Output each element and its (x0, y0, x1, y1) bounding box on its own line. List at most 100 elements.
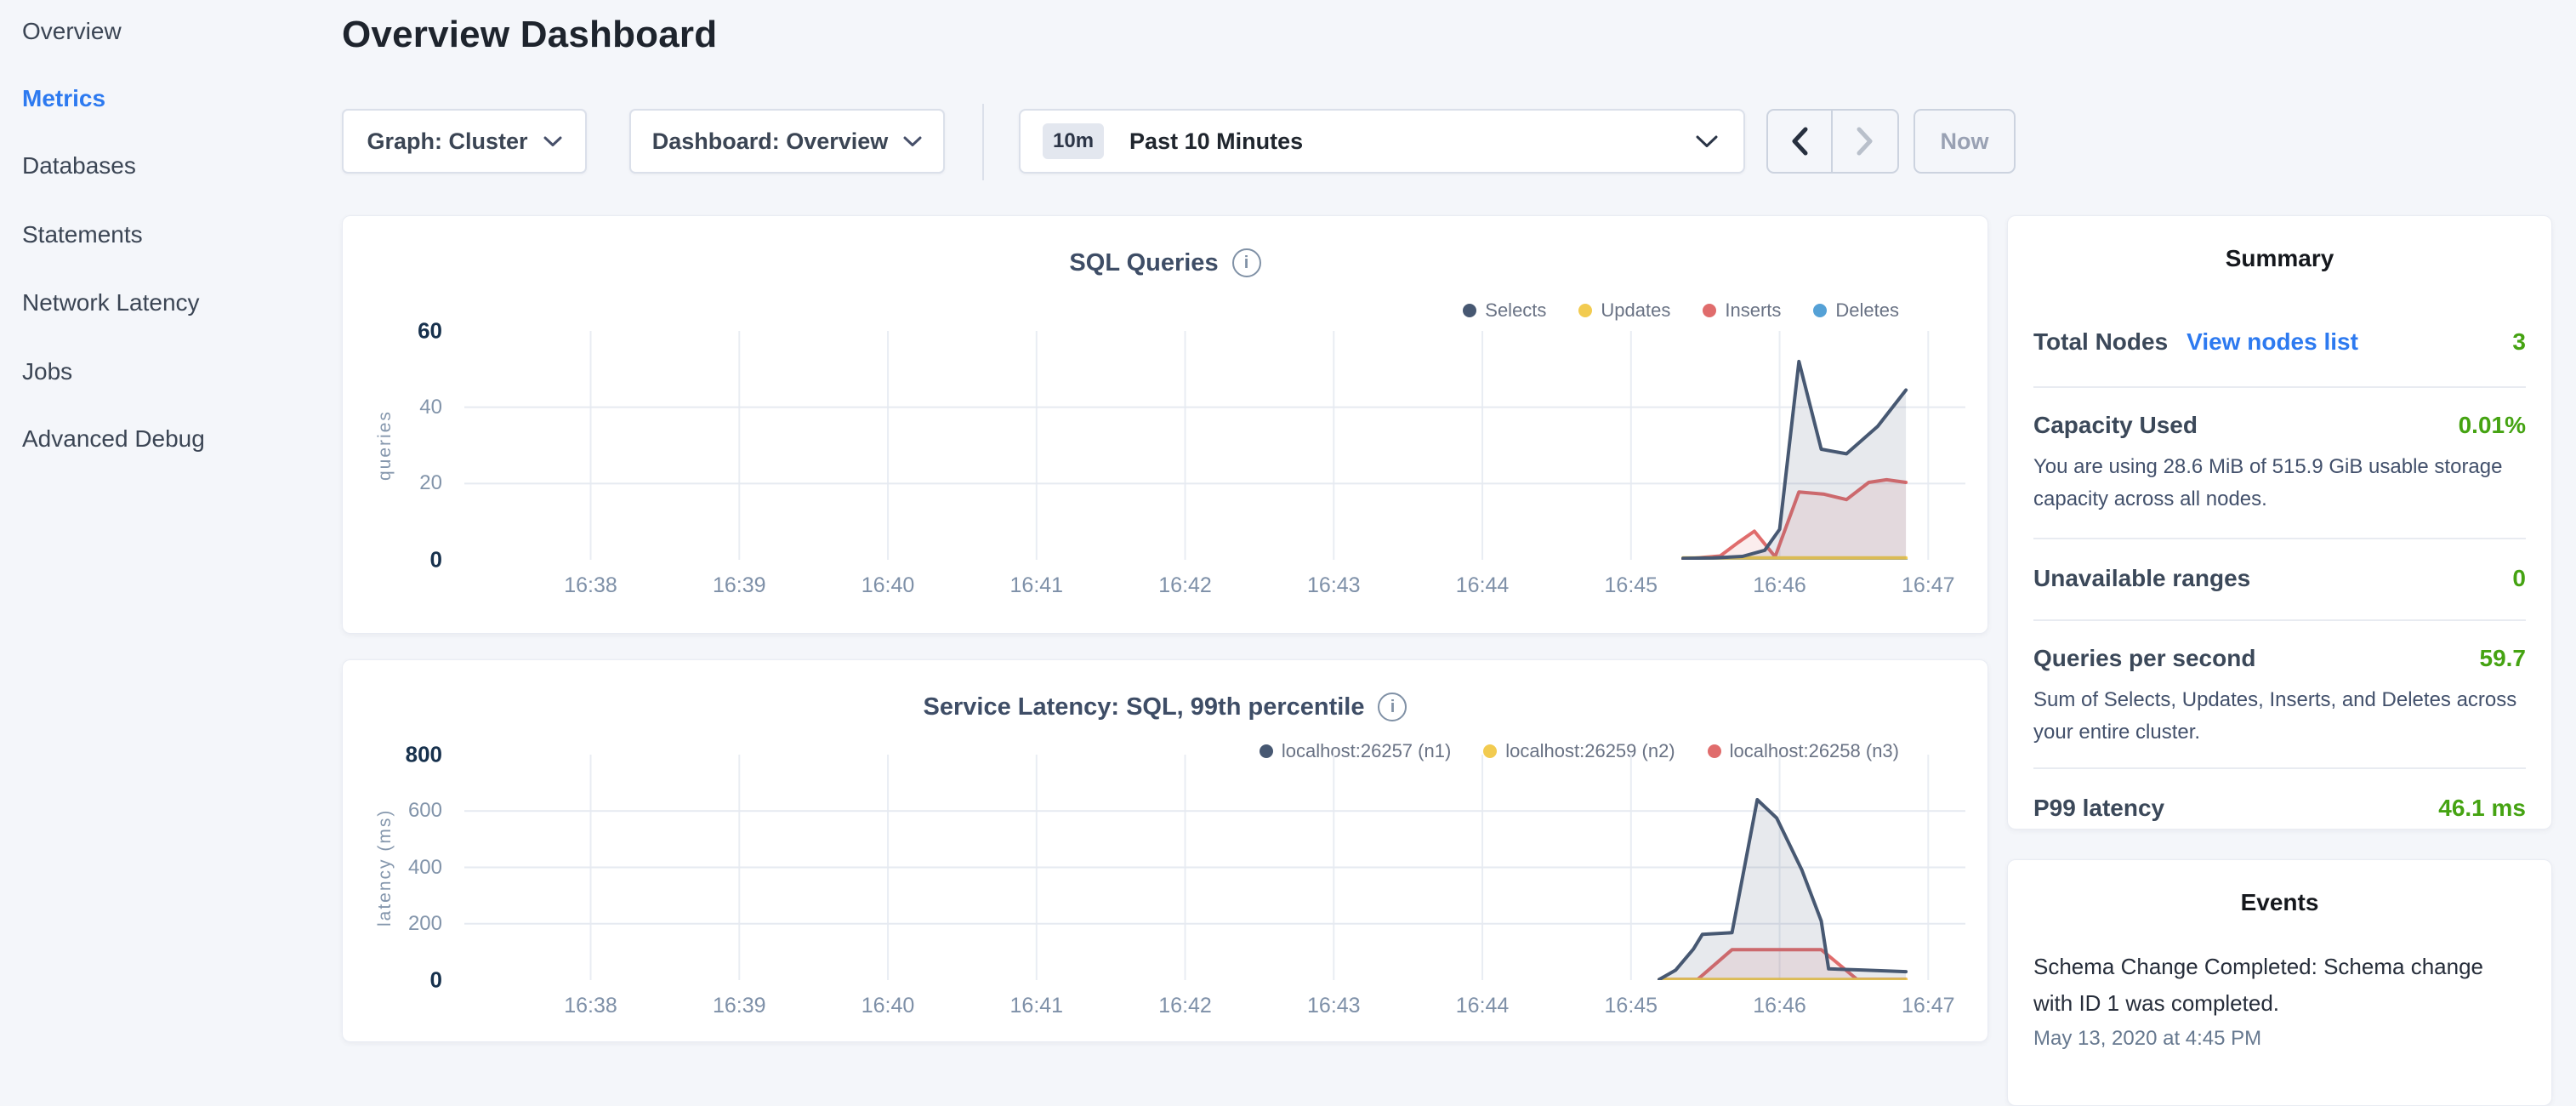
capacity-used-value: 0.01% (2459, 412, 2526, 439)
chevron-down-icon (543, 136, 562, 147)
y-tick-label: 200 (330, 912, 442, 936)
events-panel: Events Schema Change Completed: Schema c… (2007, 859, 2552, 1106)
deletes-dot-icon (1813, 304, 1827, 317)
y-tick-label: 600 (330, 799, 442, 823)
next-time-button[interactable] (1833, 111, 1897, 172)
service-latency-plot[interactable]: 020040060080016:3816:3916:4016:4116:4216… (464, 755, 1965, 980)
legend-label: Updates (1601, 299, 1670, 322)
unavailable-ranges-value: 0 (2512, 565, 2526, 592)
summary-panel: Summary Total Nodes View nodes list 3 Ca… (2007, 215, 2552, 830)
info-icon[interactable]: i (1232, 248, 1261, 277)
x-tick-label: 16:42 (1158, 994, 1212, 1018)
x-tick-label: 16:43 (1307, 994, 1361, 1018)
x-tick-label: 16:39 (713, 573, 766, 598)
legend-item-inserts: Inserts (1703, 299, 1781, 322)
chevron-down-icon (903, 136, 922, 147)
graph-dropdown-label: Graph: Cluster (367, 128, 527, 155)
service-latency-chart-card: Service Latency: SQL, 99th percentile i … (342, 659, 1988, 1042)
view-nodes-list-link[interactable]: View nodes list (2186, 328, 2358, 356)
time-range-badge: 10m (1043, 123, 1104, 159)
x-tick-label: 16:42 (1158, 573, 1212, 598)
sidebar: Overview Metrics Databases Statements Ne… (0, 0, 342, 1052)
service-latency-svg[interactable] (464, 755, 1965, 980)
info-icon[interactable]: i (1378, 693, 1407, 721)
y-tick-label: 800 (330, 742, 442, 768)
sidebar-item-jobs[interactable]: Jobs (22, 357, 72, 386)
sidebar-item-overview[interactable]: Overview (22, 17, 122, 46)
time-range-label: Past 10 Minutes (1129, 128, 1303, 155)
now-button[interactable]: Now (1914, 109, 2016, 174)
header-divider (982, 104, 984, 180)
x-tick-label: 16:38 (564, 573, 617, 598)
chart-title: Service Latency: SQL, 99th percentile (924, 693, 1365, 721)
time-range-dropdown[interactable]: 10m Past 10 Minutes (1019, 109, 1745, 174)
chart-legend: Selects Updates Inserts Deletes (1463, 299, 1899, 322)
sql-queries-plot[interactable]: 020406016:3816:3916:4016:4116:4216:4316:… (464, 331, 1965, 560)
chevron-down-icon (1696, 135, 1718, 148)
x-tick-label: 16:40 (862, 994, 915, 1018)
legend-item-selects: Selects (1463, 299, 1546, 322)
p99-latency-value: 46.1 ms (2438, 795, 2526, 822)
x-tick-label: 16:41 (1010, 994, 1064, 1018)
unavailable-ranges-label: Unavailable ranges (2033, 565, 2250, 592)
x-tick-label: 16:39 (713, 994, 766, 1018)
sidebar-item-metrics[interactable]: Metrics (22, 84, 105, 113)
p99-latency-label: P99 latency (2033, 795, 2164, 822)
total-nodes-value: 3 (2512, 328, 2526, 356)
legend-label: Inserts (1725, 299, 1781, 322)
chevron-left-icon (1789, 126, 1810, 157)
x-tick-label: 16:38 (564, 994, 617, 1018)
y-tick-label: 400 (330, 856, 442, 880)
queries-per-second-subtext: Sum of Selects, Updates, Inserts, and De… (2033, 684, 2526, 749)
summary-row-p99-latency: P99 latency 46.1 ms (2033, 769, 2526, 847)
dashboard-dropdown[interactable]: Dashboard: Overview (629, 109, 945, 174)
y-tick-label: 60 (330, 318, 442, 345)
event-item[interactable]: Schema Change Completed: Schema change w… (2033, 949, 2526, 1051)
time-step-buttons (1766, 109, 1899, 174)
x-tick-label: 16:46 (1753, 994, 1806, 1018)
sidebar-item-advanced-debug[interactable]: Advanced Debug (22, 425, 205, 453)
metrics-page: Overview Metrics Databases Statements Ne… (0, 0, 2576, 1052)
event-timestamp: May 13, 2020 at 4:45 PM (2033, 1027, 2526, 1051)
previous-time-button[interactable] (1768, 111, 1833, 172)
capacity-used-label: Capacity Used (2033, 412, 2198, 439)
chart-title: SQL Queries (1069, 249, 1218, 277)
selects-dot-icon (1463, 304, 1476, 317)
summary-row-unavailable-ranges: Unavailable ranges 0 (2033, 539, 2526, 621)
x-tick-label: 16:46 (1753, 573, 1806, 598)
sidebar-item-statements[interactable]: Statements (22, 220, 143, 249)
graph-dropdown[interactable]: Graph: Cluster (342, 109, 587, 174)
x-tick-label: 16:43 (1307, 573, 1361, 598)
sql-queries-svg[interactable] (464, 331, 1965, 560)
sql-queries-chart-card: SQL Queries i Selects Updates Inserts De… (342, 215, 1988, 634)
y-tick-label: 0 (330, 967, 442, 994)
x-tick-label: 16:45 (1605, 994, 1658, 1018)
legend-label: Selects (1485, 299, 1546, 322)
summary-row-queries-per-second: Queries per second 59.7 Sum of Selects, … (2033, 621, 2526, 769)
dashboard-dropdown-label: Dashboard: Overview (652, 128, 889, 155)
sidebar-item-network-latency[interactable]: Network Latency (22, 288, 200, 317)
summary-row-capacity-used: Capacity Used 0.01% You are using 28.6 M… (2033, 388, 2526, 539)
y-tick-label: 0 (330, 547, 442, 573)
x-tick-label: 16:47 (1902, 573, 1955, 598)
x-tick-label: 16:47 (1902, 994, 1955, 1018)
chevron-right-icon (1855, 126, 1875, 157)
x-tick-label: 16:45 (1605, 573, 1658, 598)
x-tick-label: 16:41 (1010, 573, 1064, 598)
now-button-label: Now (1941, 128, 1989, 155)
events-title: Events (2008, 889, 2551, 916)
capacity-used-subtext: You are using 28.6 MiB of 515.9 GiB usab… (2033, 451, 2526, 516)
y-axis-unit-label: queries (375, 331, 395, 560)
queries-per-second-value: 59.7 (2480, 645, 2527, 672)
queries-per-second-label: Queries per second (2033, 645, 2255, 672)
inserts-dot-icon (1703, 304, 1716, 317)
x-tick-label: 16:44 (1456, 573, 1510, 598)
total-nodes-label: Total Nodes (2033, 328, 2168, 356)
legend-item-updates: Updates (1578, 299, 1670, 322)
summary-title: Summary (2008, 245, 2551, 272)
page-title: Overview Dashboard (342, 14, 717, 56)
y-tick-label: 40 (330, 396, 442, 419)
sidebar-item-databases[interactable]: Databases (22, 151, 136, 180)
event-text: Schema Change Completed: Schema change w… (2033, 949, 2526, 1022)
summary-row-total-nodes: Total Nodes View nodes list 3 (2033, 272, 2526, 388)
